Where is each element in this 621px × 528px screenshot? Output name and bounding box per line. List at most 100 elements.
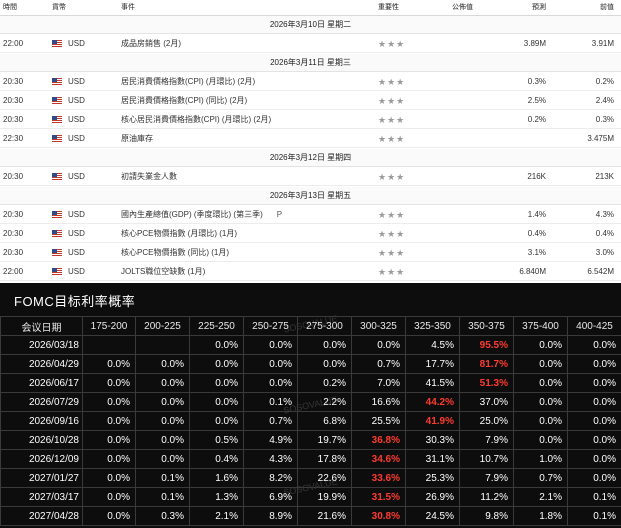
probability-cell: 0.0%: [82, 430, 136, 450]
probability-cell: 0.1%: [135, 487, 190, 507]
us-flag-icon: [52, 173, 62, 181]
probability-cell: 0.0%: [567, 468, 621, 488]
event-row[interactable]: 20:30 USD 居民消費價格指數(CPI) (月環比) (2月) ★★★ 0.3% 0…: [0, 73, 621, 91]
event-name[interactable]: 居民消費價格指數(CPI) (同比) (2月): [121, 96, 247, 105]
event-currency-cell: USD: [52, 130, 85, 148]
probability-cell: 25.0%: [459, 411, 514, 431]
event-row[interactable]: 20:30 USD 核心居民消費價格指數(CPI) (月環比) (2月) ★★★ 0.2…: [0, 111, 621, 129]
probability-cell: 0.0%: [82, 468, 136, 488]
event-name[interactable]: 原油庫存: [121, 134, 153, 143]
event-previous: 3.91M: [591, 39, 614, 48]
event-forecast: 0.4%: [527, 229, 546, 238]
probability-cell: 0.0%: [135, 392, 190, 412]
event-name[interactable]: 國內生產總值(GDP) (季度環比) (第三季): [121, 210, 263, 219]
table-row: 2026/09/16 0.0% 0.0% 0.0% 0.7% 6.8% 25.5% 41.9%…: [0, 411, 621, 431]
probability-cell: 1.3%: [189, 487, 244, 507]
event-currency: USD: [68, 39, 85, 48]
probability-cell: 9.8%: [459, 506, 514, 526]
event-currency-cell: USD: [52, 35, 85, 53]
event-name[interactable]: 核心PCE物價指數 (月環比) (1月): [121, 229, 237, 238]
probability-cell: 19.7%: [297, 430, 352, 450]
event-time: 20:30: [3, 210, 24, 219]
probability-cell: 2.2%: [297, 392, 352, 412]
event-time: 22:30: [3, 134, 24, 143]
event-previous: 3.0%: [595, 248, 614, 257]
probability-cell: 0.0%: [567, 449, 621, 469]
event-row[interactable]: 20:30 USD 核心PCE物價指數 (同比) (1月) ★★★ 3.1% 3.0%: [0, 244, 621, 262]
meeting-date: 2026/03/18: [0, 335, 83, 355]
event-name[interactable]: 核心PCE物價指數 (同比) (1月): [121, 248, 229, 257]
event-currency-cell: USD: [52, 168, 85, 186]
probability-cell: 24.5%: [405, 506, 460, 526]
probability-cell: 0.1%: [567, 506, 621, 526]
probability-cell: 0.0%: [82, 392, 136, 412]
column-header-rate-range: 350-375: [459, 316, 514, 336]
probability-cell-highest: 44.2%: [405, 392, 460, 412]
probability-cell: 10.7%: [459, 449, 514, 469]
event-name-cell: 核心居民消費價格指數(CPI) (月環比) (2月): [121, 111, 271, 129]
probability-cell: 0.0%: [297, 335, 352, 355]
importance-stars-icon: ★★★: [378, 134, 406, 144]
probability-cell: 6.9%: [243, 487, 298, 507]
probability-cell: 0.0%: [297, 354, 352, 374]
probability-cell: 19.9%: [297, 487, 352, 507]
importance-stars-icon: ★★★: [378, 39, 406, 49]
event-forecast: 216K: [527, 172, 546, 181]
header-previous: 前值: [600, 4, 614, 11]
fomc-title: FOMC目标利率概率: [14, 294, 136, 309]
fomc-rate-table: 会议日期 175-200 200-225 225-250 250-275 275-300 3…: [0, 316, 621, 526]
probability-cell: 0.1%: [243, 392, 298, 412]
event-row[interactable]: 22:00 USD 成品房銷售 (2月) ★★★ 3.89M 3.91M: [0, 35, 621, 53]
event-name[interactable]: 核心居民消費價格指數(CPI) (月環比) (2月): [121, 115, 271, 124]
probability-cell: 0.0%: [513, 373, 568, 393]
probability-cell: 0.0%: [567, 411, 621, 431]
probability-cell: 0.7%: [513, 468, 568, 488]
probability-cell: 0.0%: [135, 354, 190, 374]
column-header-rate-range: 225-250: [189, 316, 244, 336]
event-forecast: 3.89M: [523, 39, 546, 48]
us-flag-icon: [52, 268, 62, 276]
probability-cell-highest: 81.7%: [459, 354, 514, 374]
probability-cell: 25.3%: [405, 468, 460, 488]
importance-stars-icon: ★★★: [378, 229, 406, 239]
meeting-date: 2027/01/27: [0, 468, 83, 488]
event-row[interactable]: 20:30 USD 居民消費價格指數(CPI) (同比) (2月) ★★★ 2.5% 2.…: [0, 92, 621, 110]
event-forecast: 2.5%: [527, 96, 546, 105]
header-forecast: 預測: [532, 4, 546, 11]
probability-cell-highest: 34.6%: [351, 449, 406, 469]
table-row: 2026/06/17 0.0% 0.0% 0.0% 0.0% 0.2% 7.0% 41.5% 5…: [0, 373, 621, 393]
event-name[interactable]: JOLTS職位空缺數 (1月): [121, 267, 205, 276]
event-name-cell: JOLTS職位空缺數 (1月): [121, 263, 205, 281]
event-row[interactable]: 20:30 USD 核心PCE物價指數 (月環比) (1月) ★★★ 0.4% 0.4%: [0, 225, 621, 243]
event-previous: 3.475M: [587, 134, 614, 143]
economic-calendar: 時間 貨幣 事件 重要性 公佈值 預測 前值 2026年3月10日 星期二 22:…: [0, 0, 621, 283]
probability-cell: 26.9%: [405, 487, 460, 507]
probability-cell: 0.0%: [189, 335, 244, 355]
event-name[interactable]: 成品房銷售 (2月): [121, 39, 181, 48]
probability-cell: 6.8%: [297, 411, 352, 431]
event-row[interactable]: 22:00 USD JOLTS職位空缺數 (1月) ★★★ 6.840M 6.542M: [0, 263, 621, 281]
probability-cell: 0.1%: [135, 468, 190, 488]
event-currency: USD: [68, 267, 85, 276]
event-row[interactable]: 20:30 USD 初請失業金人數 ★★★ 216K 213K: [0, 168, 621, 186]
header-importance: 重要性: [378, 4, 399, 11]
probability-cell-highest: 36.8%: [351, 430, 406, 450]
probability-cell: 0.0%: [82, 373, 136, 393]
probability-cell: 0.0%: [567, 430, 621, 450]
probability-cell: 8.9%: [243, 506, 298, 526]
event-name[interactable]: 初請失業金人數: [121, 172, 177, 181]
event-row[interactable]: 22:30 USD 原油庫存 ★★★ 3.475M: [0, 130, 621, 148]
event-row[interactable]: 20:30 USD 國內生產總值(GDP) (季度環比) (第三季) P ★★★ 1.4%…: [0, 206, 621, 224]
table-row: 2026/10/28 0.0% 0.0% 0.5% 4.9% 19.7% 36.8% 30.3…: [0, 430, 621, 450]
probability-cell: 0.0%: [82, 506, 136, 526]
probability-cell: 21.6%: [297, 506, 352, 526]
event-name-cell: 核心PCE物價指數 (月環比) (1月): [121, 225, 237, 243]
table-body: 2026/03/18 0.0% 0.0% 0.0% 0.0% 4.5% 95.5% 0.0% 0…: [0, 335, 621, 526]
probability-cell: 31.1%: [405, 449, 460, 469]
event-name-cell: 初請失業金人數: [121, 168, 177, 186]
probability-cell: 0.0%: [513, 392, 568, 412]
probability-cell: 0.4%: [189, 449, 244, 469]
column-header-rate-range: 300-325: [351, 316, 406, 336]
preliminary-marker: P: [276, 210, 283, 219]
event-name[interactable]: 居民消費價格指數(CPI) (月環比) (2月): [121, 77, 255, 86]
